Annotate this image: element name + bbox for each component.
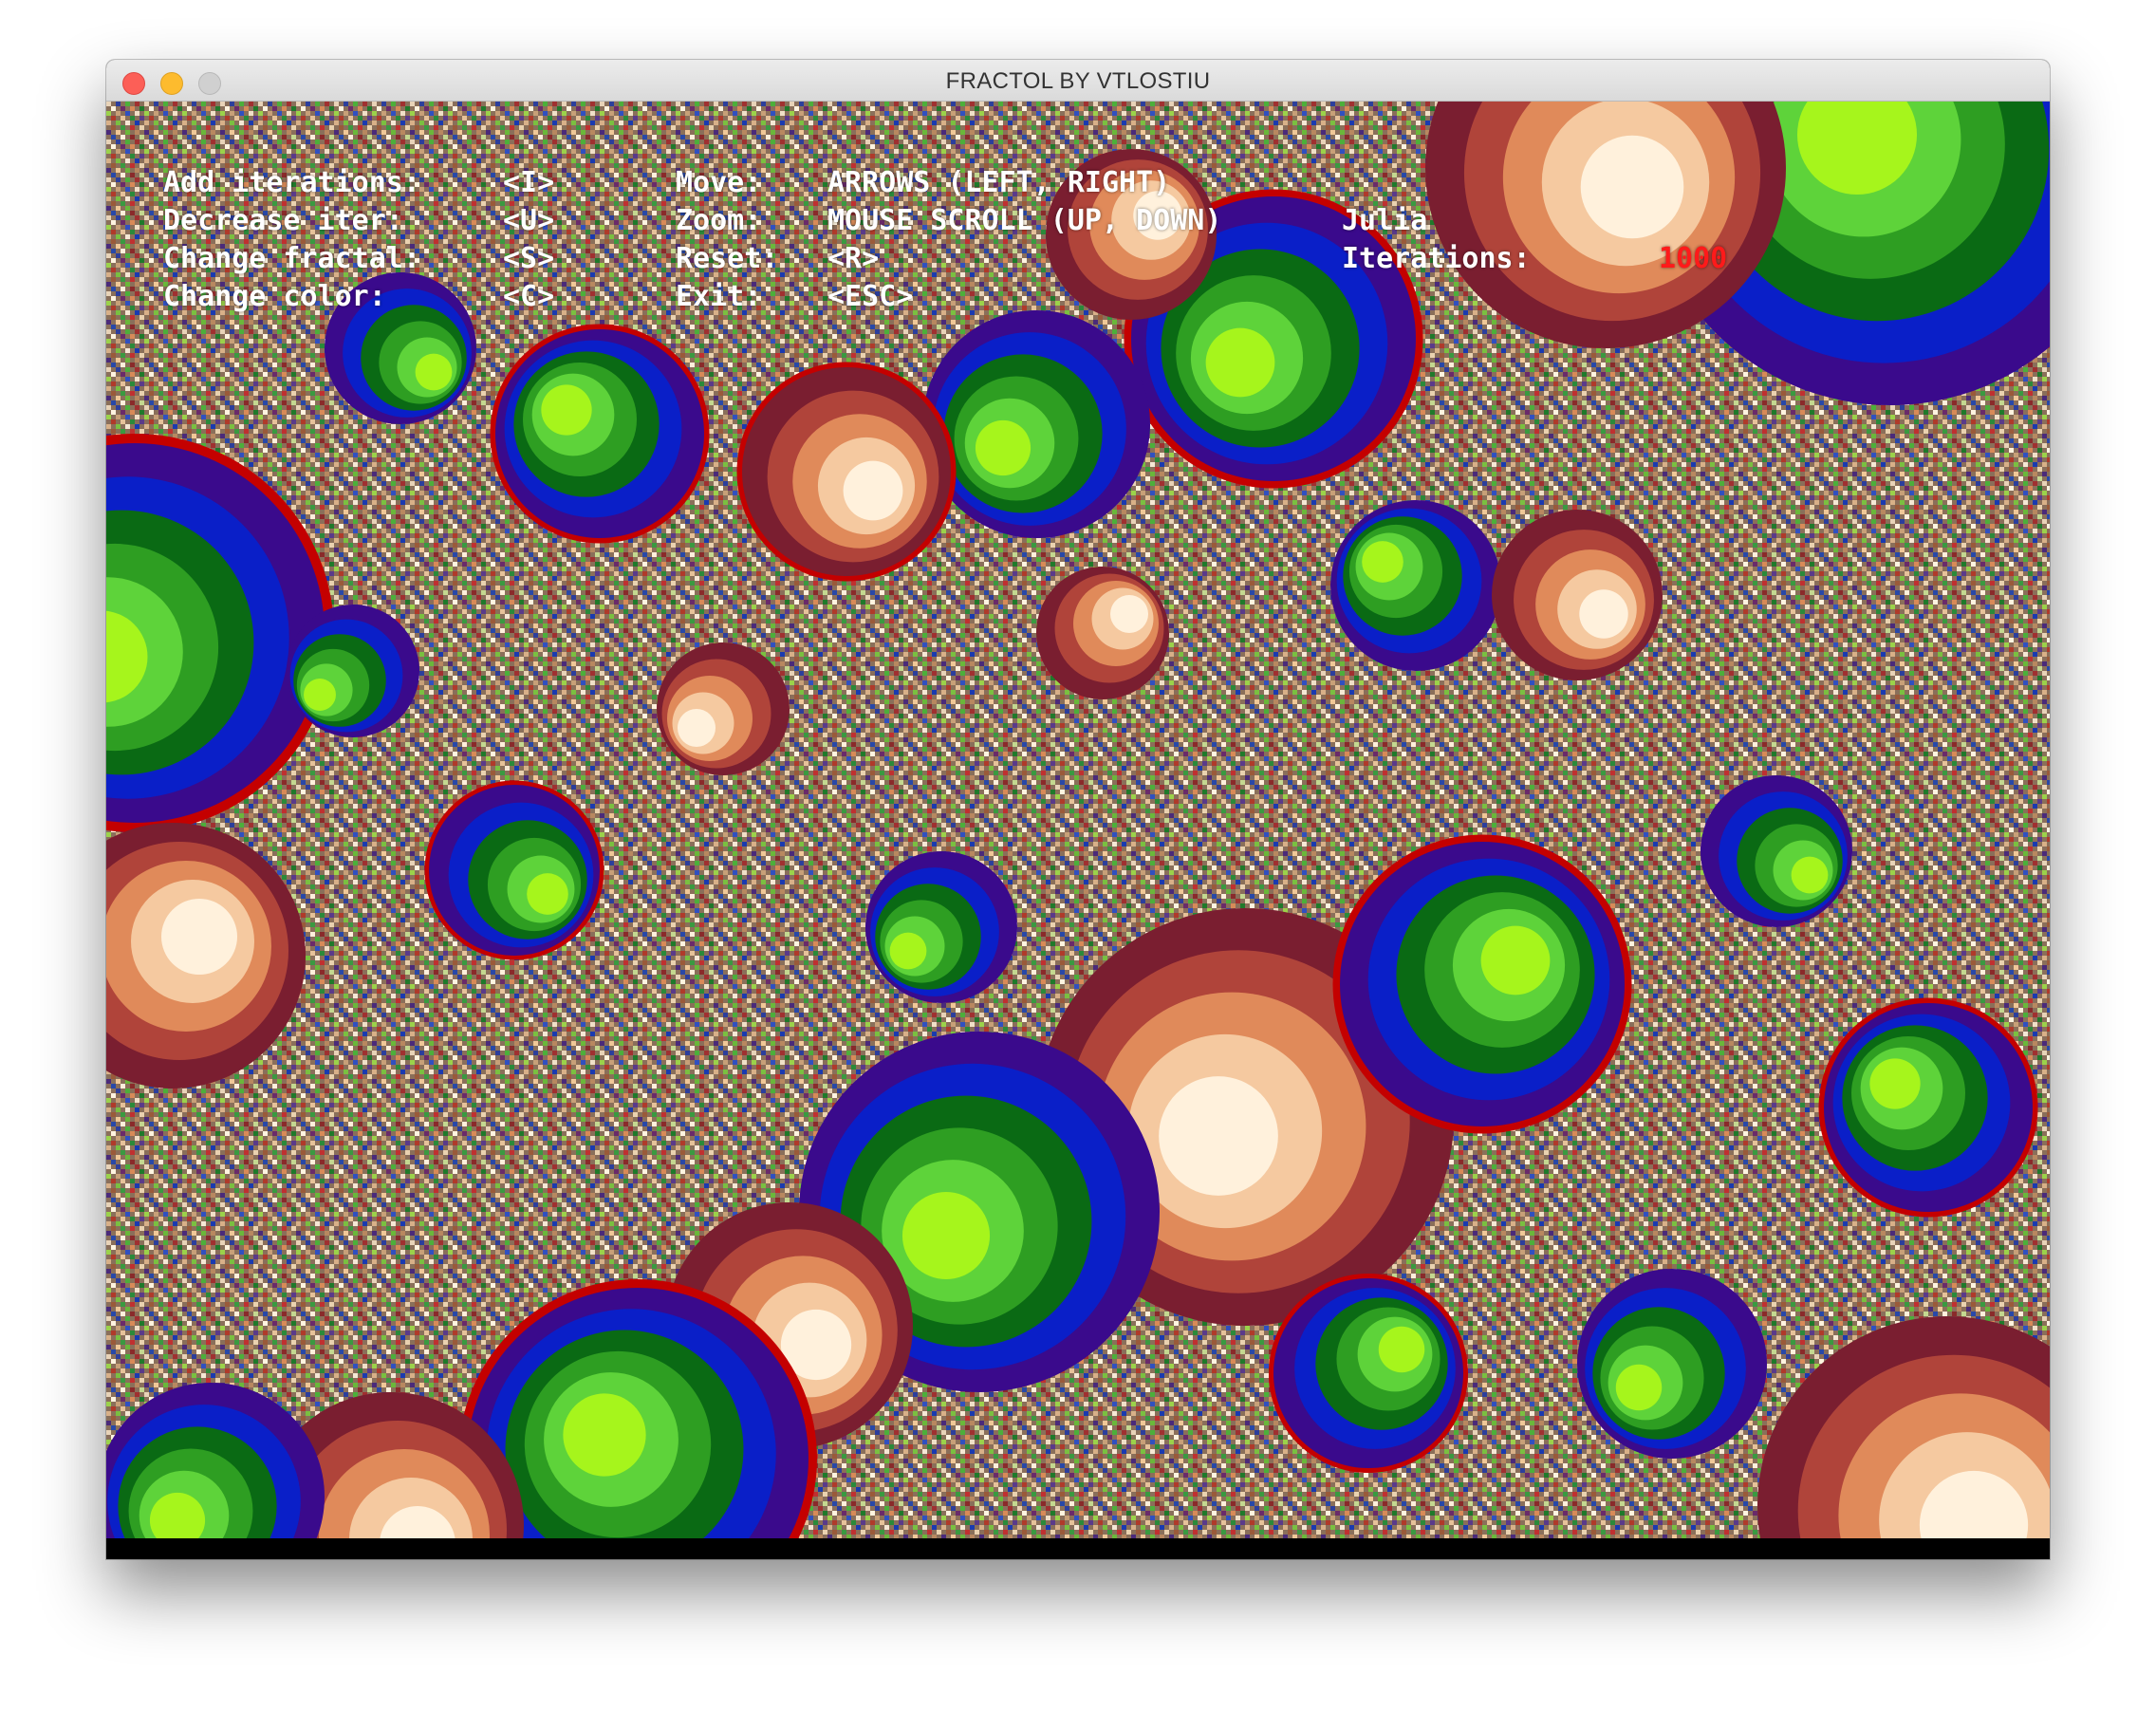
hud-control-row: Zoom: MOUSE SCROLL (UP, DOWN)	[676, 202, 1221, 240]
hud-control-key: <R>	[827, 242, 880, 275]
hud-control-key: <U>	[503, 204, 555, 237]
hud-control-label: Change fractal:	[163, 242, 420, 275]
hud-control-row: Move: ARROWS (LEFT, RIGHT)	[676, 164, 1170, 202]
fractal-name-label: Julia	[1342, 204, 1428, 237]
hud-control-label: Exit:	[676, 280, 762, 313]
window-title: FRACTOL BY VTLOSTIU	[945, 68, 1211, 94]
fractal-blob	[865, 851, 1017, 1003]
hud-control-label: Zoom:	[676, 204, 762, 237]
hud-control-key: <I>	[503, 166, 555, 199]
hud-control-row: Reset: <R>	[676, 240, 879, 278]
hud-control-key: <S>	[503, 242, 555, 275]
fractal-blob	[1701, 775, 1852, 927]
iterations-value: 1000	[1659, 242, 1728, 275]
hud-control-label: Move:	[676, 166, 762, 199]
fractal-blob	[922, 310, 1150, 538]
fractal-blob	[1818, 997, 2038, 1218]
app-window: FRACTOL BY VTLOSTIU Add iterations: <I> …	[106, 60, 2050, 1559]
fractal-blob	[1036, 567, 1169, 699]
fractal-blob	[1332, 834, 1632, 1134]
hud-control-label: Change color:	[163, 280, 386, 313]
fractal-blob	[424, 780, 604, 960]
hud-control-key: <C>	[503, 280, 555, 313]
hud-control-label: Add iterations:	[163, 166, 420, 199]
fractal-image	[106, 102, 2050, 1538]
hud-control-row: Decrease iter: <U>	[163, 202, 554, 240]
hud-controls-middle: Move: ARROWS (LEFT, RIGHT) Zoom: MOUSE SCRO…	[676, 164, 1221, 316]
fractal-canvas[interactable]: Add iterations: <I> Decrease iter: <U> Chang…	[106, 102, 2050, 1538]
fractal-blob	[1577, 1269, 1767, 1459]
hud-controls-left: Add iterations: <I> Decrease iter: <U> Chang…	[163, 164, 554, 316]
bottom-strip	[106, 1538, 2050, 1559]
hud-control-row: Exit: <ESC>	[676, 278, 913, 316]
fractal-blob	[736, 362, 957, 582]
hud-control-key: <ESC>	[827, 280, 914, 313]
fractal-blob	[490, 324, 710, 544]
hud-control-key: MOUSE SCROLL (UP, DOWN)	[827, 204, 1222, 237]
fractal-blob	[657, 642, 790, 775]
hud-control-row: Add iterations: <I>	[163, 164, 554, 202]
fractal-blob	[1269, 1274, 1468, 1473]
iterations-label: Iterations:	[1342, 242, 1531, 275]
hud-control-label: Decrease iter:	[163, 204, 403, 237]
fractal-blob	[1492, 510, 1663, 680]
title-bar[interactable]: FRACTOL BY VTLOSTIU	[106, 60, 2050, 102]
hud-control-row: Change color: <C>	[163, 278, 554, 316]
fractal-blob	[1330, 500, 1501, 671]
hud-control-label: Reset:	[676, 242, 779, 275]
fractal-blob	[287, 605, 419, 737]
hud-control-key: ARROWS (LEFT, RIGHT)	[827, 166, 1171, 199]
hud-control-row: Change fractal: <S>	[163, 240, 554, 278]
